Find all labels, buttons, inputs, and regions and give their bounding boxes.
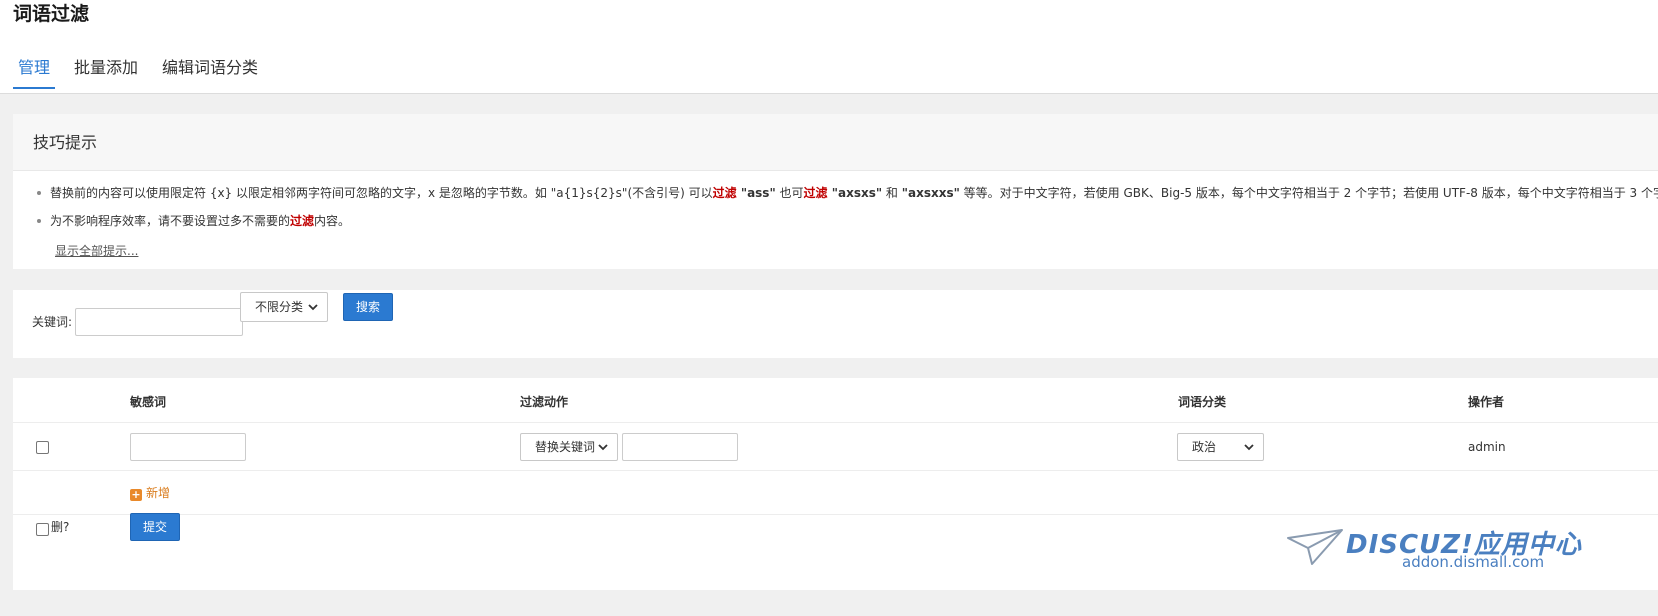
plus-icon: + bbox=[130, 488, 142, 501]
tip-text: 等等。对于中文字符，若使用 GBK、Big-5 版本，每个中文字符相当于 2 个… bbox=[959, 186, 1658, 200]
keyword-label: 关键词: bbox=[32, 315, 73, 329]
filter-action-value: 替换关键词 bbox=[535, 440, 596, 454]
tip-text: 内容。 bbox=[314, 214, 351, 228]
tips-header: 技巧提示 bbox=[13, 114, 1658, 171]
search-panel: 关键词: 不限分类 搜索 bbox=[13, 290, 1658, 358]
discuz-watermark: DISCUZ!应用中心 addon.dismall.com bbox=[1286, 520, 1581, 590]
tab-bar: 管理 批量添加 编辑词语分类 bbox=[13, 52, 277, 93]
page-title: 词语过滤 bbox=[13, 3, 90, 25]
header-word: 敏感词 bbox=[130, 395, 167, 409]
tip-item-qualifier: 替换前的内容可以使用限定符 {x} 以限定相邻两字符间可忽略的文字，x 是忽略的… bbox=[37, 184, 1658, 212]
header-action: 过滤动作 bbox=[520, 395, 569, 409]
show-all-tips-link[interactable]: 显示全部提示... bbox=[55, 242, 138, 259]
word-category-value: 政治 bbox=[1192, 440, 1217, 454]
add-word-button[interactable]: + 新增 bbox=[130, 485, 170, 501]
header-operator: 操作者 bbox=[1468, 395, 1505, 409]
tip-text: 和 bbox=[882, 186, 902, 200]
tips-title: 技巧提示 bbox=[33, 133, 98, 152]
chevron-down-icon bbox=[308, 304, 318, 311]
chevron-down-icon bbox=[1244, 444, 1254, 451]
delete-label: 删? bbox=[51, 520, 70, 534]
watermark-url: addon.dismall.com bbox=[1402, 553, 1545, 571]
paper-plane-icon bbox=[1287, 529, 1343, 565]
tip-text: 为不影响程序效率，请不要设置过多不需要的 bbox=[50, 214, 291, 228]
category-filter-value: 不限分类 bbox=[255, 300, 304, 314]
row-divider bbox=[13, 422, 1658, 423]
tab-batch-add[interactable]: 批量添加 bbox=[69, 52, 143, 89]
sensitive-word-input[interactable] bbox=[130, 433, 246, 461]
tab-edit-categories[interactable]: 编辑词语分类 bbox=[157, 52, 263, 89]
add-word-label: 新增 bbox=[146, 486, 171, 500]
tip-example: "axsxs" bbox=[827, 186, 883, 200]
replacement-input[interactable] bbox=[622, 433, 738, 461]
search-button[interactable]: 搜索 bbox=[343, 293, 393, 321]
tip-item-efficiency: 为不影响程序效率，请不要设置过多不需要的过滤内容。 bbox=[37, 212, 1658, 240]
row-select-checkbox[interactable] bbox=[36, 441, 49, 454]
bullet-icon bbox=[37, 218, 41, 223]
tip-text: 也可 bbox=[775, 186, 804, 200]
category-filter-select[interactable]: 不限分类 bbox=[240, 292, 328, 322]
tab-manage[interactable]: 管理 bbox=[13, 52, 56, 89]
tip-example: "axsxxs" bbox=[901, 186, 960, 200]
row-divider bbox=[13, 470, 1658, 471]
keyword-input[interactable] bbox=[75, 308, 243, 336]
row-divider bbox=[13, 514, 1658, 515]
bullet-icon bbox=[37, 190, 41, 195]
header-category: 词语分类 bbox=[1178, 395, 1227, 409]
word-category-select[interactable]: 政治 bbox=[1177, 433, 1264, 461]
chevron-down-icon bbox=[598, 444, 608, 451]
page-header: 词语过滤 管理 批量添加 编辑词语分类 bbox=[0, 0, 1658, 94]
submit-button[interactable]: 提交 bbox=[130, 513, 180, 541]
tip-highlight: 过滤 bbox=[712, 186, 737, 200]
tip-highlight: 过滤 bbox=[803, 186, 828, 200]
operator-value: admin bbox=[1468, 440, 1506, 454]
tip-text: 替换前的内容可以使用限定符 {x} 以限定相邻两字符间可忽略的文字，x 是忽略的… bbox=[50, 186, 713, 200]
tip-example: "ass" bbox=[736, 186, 776, 200]
tips-panel: 技巧提示 替换前的内容可以使用限定符 {x} 以限定相邻两字符间可忽略的文字，x… bbox=[13, 114, 1658, 269]
delete-all-checkbox[interactable] bbox=[36, 523, 49, 536]
tip-highlight: 过滤 bbox=[290, 214, 315, 228]
tips-list: 替换前的内容可以使用限定符 {x} 以限定相邻两字符间可忽略的文字，x 是忽略的… bbox=[37, 184, 1658, 240]
filter-action-select[interactable]: 替换关键词 bbox=[520, 433, 618, 461]
